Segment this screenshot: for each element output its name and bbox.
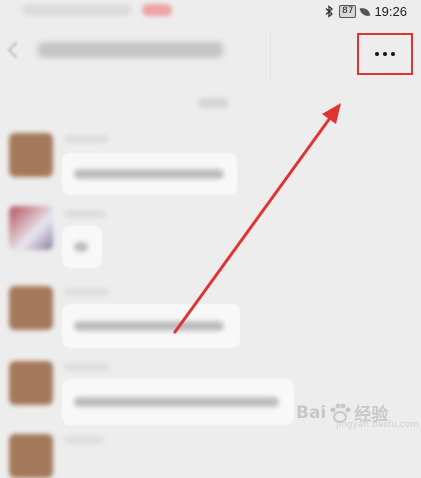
watermark-site: jingyan.baidu.com <box>336 420 420 430</box>
watermark-brand: Bai <box>296 402 327 423</box>
annotation-arrow <box>173 103 341 334</box>
baidu-watermark: Bai 经验 jingyan.baidu.com <box>296 400 419 431</box>
